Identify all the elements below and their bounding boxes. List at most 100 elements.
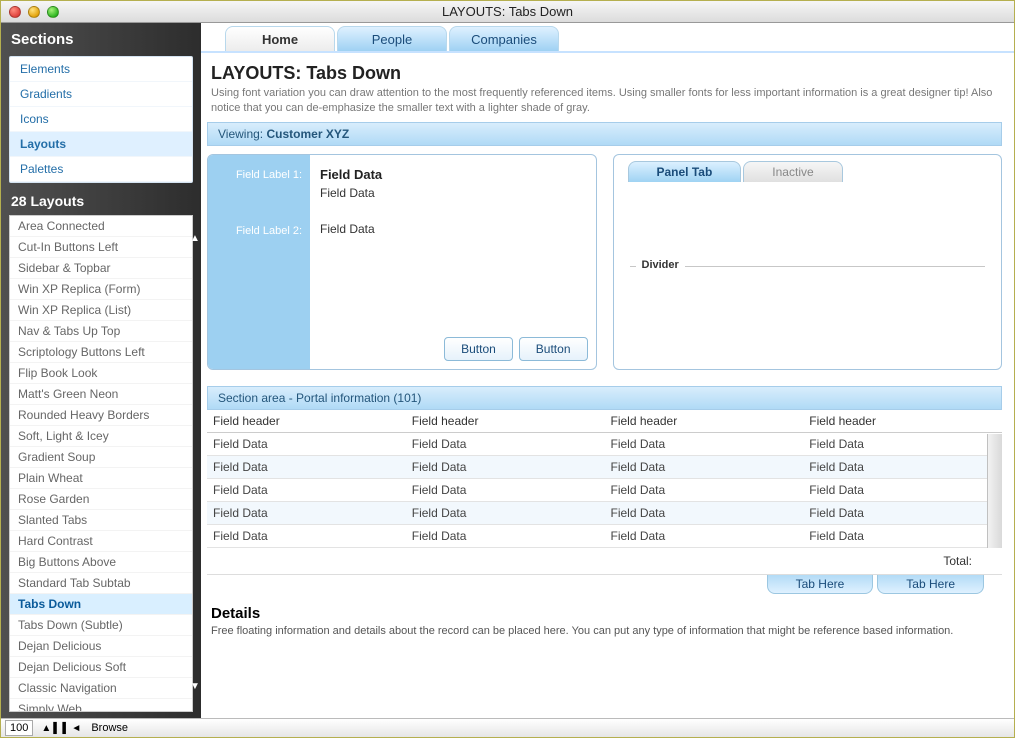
field-data-2: Field Data <box>320 222 586 236</box>
form-card: Field Label 1: Field Label 2: Field Data… <box>207 154 597 370</box>
section-bar: Section area - Portal information (101) <box>207 386 1002 410</box>
layouts-count: 28 Layouts <box>1 183 201 215</box>
window-title: LAYOUTS: Tabs Down <box>1 4 1014 19</box>
minimize-icon[interactable] <box>28 6 40 18</box>
scroll-down-icon[interactable]: ▼ <box>189 681 201 692</box>
sections-heading: Sections <box>1 23 201 56</box>
close-icon[interactable] <box>9 6 21 18</box>
viewing-bar: Viewing: Customer XYZ <box>207 122 1002 146</box>
top-tabs: Home People Companies <box>201 23 1014 53</box>
field-label-1: Field Label 1: <box>216 169 302 181</box>
form-button-2[interactable]: Button <box>519 337 588 361</box>
section-palettes[interactable]: Palettes <box>10 157 192 182</box>
layout-item[interactable]: Hard Contrast <box>10 531 192 552</box>
table-cell: Field Data <box>207 455 406 478</box>
section-gradients[interactable]: Gradients <box>10 82 192 107</box>
portal-table: Field header Field header Field header F… <box>207 410 1002 548</box>
details-text: Free floating information and details ab… <box>207 622 1002 659</box>
table-cell: Field Data <box>605 478 804 501</box>
table-cell: Field Data <box>803 478 1002 501</box>
layout-item[interactable]: Nav & Tabs Up Top <box>10 321 192 342</box>
layout-item[interactable]: Soft, Light & Icey <box>10 426 192 447</box>
section-icons[interactable]: Icons <box>10 107 192 132</box>
panel-tab-active[interactable]: Panel Tab <box>628 161 742 182</box>
layout-item[interactable]: Win XP Replica (Form) <box>10 279 192 300</box>
table-scrollbar[interactable] <box>987 434 1002 548</box>
layout-item[interactable]: Sidebar & Topbar <box>10 258 192 279</box>
panel-card: Panel Tab Inactive Divider <box>613 154 1003 370</box>
details-title: Details <box>207 597 1002 622</box>
table-cell: Field Data <box>406 501 605 524</box>
table-cell: Field Data <box>803 501 1002 524</box>
layout-item[interactable]: Flip Book Look <box>10 363 192 384</box>
layout-item[interactable]: Area Connected <box>10 216 192 237</box>
layout-item[interactable]: Cut-In Buttons Left <box>10 237 192 258</box>
titlebar: LAYOUTS: Tabs Down <box>1 1 1014 23</box>
layout-item[interactable]: Matt's Green Neon <box>10 384 192 405</box>
layout-item[interactable]: Rounded Heavy Borders <box>10 405 192 426</box>
table-cell: Field Data <box>803 455 1002 478</box>
zoom-value[interactable]: 100 <box>5 720 33 736</box>
table-cell: Field Data <box>406 432 605 455</box>
table-cell: Field Data <box>207 524 406 547</box>
sidebar: Sections Elements Gradients Icons Layout… <box>1 23 201 718</box>
layout-item[interactable]: Standard Tab Subtab <box>10 573 192 594</box>
bottom-tab-2[interactable]: Tab Here <box>877 575 984 594</box>
bottom-tab-1[interactable]: Tab Here <box>767 575 874 594</box>
total-row: Total: <box>207 548 1002 575</box>
table-cell: Field Data <box>803 432 1002 455</box>
table-cell: Field Data <box>207 501 406 524</box>
field-data-1b: Field Data <box>320 186 586 200</box>
layout-item[interactable]: Rose Garden <box>10 489 192 510</box>
layout-item[interactable]: Big Buttons Above <box>10 552 192 573</box>
layout-item[interactable]: Slanted Tabs <box>10 510 192 531</box>
layout-item[interactable]: Simply Web <box>10 699 192 712</box>
table-row[interactable]: Field DataField DataField DataField Data <box>207 455 1002 478</box>
page-title: LAYOUTS: Tabs Down <box>207 57 1002 86</box>
layout-item[interactable]: Tabs Down <box>10 594 192 615</box>
layouts-list: Area ConnectedCut-In Buttons LeftSidebar… <box>9 215 193 712</box>
statusbar: 100 ▲▌▌◄ Browse <box>1 718 1014 737</box>
divider-label: Divider <box>636 259 685 271</box>
layout-item[interactable]: Classic Navigation <box>10 678 192 699</box>
table-row[interactable]: Field DataField DataField DataField Data <box>207 524 1002 547</box>
field-label-2: Field Label 2: <box>216 225 302 237</box>
layout-item[interactable]: Tabs Down (Subtle) <box>10 615 192 636</box>
layout-item[interactable]: Plain Wheat <box>10 468 192 489</box>
layout-item[interactable]: Dejan Delicious Soft <box>10 657 192 678</box>
layout-item[interactable]: Win XP Replica (List) <box>10 300 192 321</box>
col-header-3: Field header <box>605 410 804 433</box>
tab-companies[interactable]: Companies <box>449 26 559 51</box>
table-row[interactable]: Field DataField DataField DataField Data <box>207 501 1002 524</box>
col-header-4: Field header <box>803 410 1002 433</box>
field-data-1-bold: Field Data <box>320 167 586 182</box>
table-cell: Field Data <box>605 501 804 524</box>
table-cell: Field Data <box>803 524 1002 547</box>
table-cell: Field Data <box>406 524 605 547</box>
scroll-up-icon[interactable]: ▲ <box>189 233 201 244</box>
table-cell: Field Data <box>406 478 605 501</box>
viewing-value: Customer XYZ <box>266 127 349 141</box>
zoom-icon[interactable] <box>47 6 59 18</box>
table-row[interactable]: Field DataField DataField DataField Data <box>207 478 1002 501</box>
layout-item[interactable]: Scriptology Buttons Left <box>10 342 192 363</box>
status-icons[interactable]: ▲▌▌◄ <box>41 723 83 734</box>
col-header-1: Field header <box>207 410 406 433</box>
table-cell: Field Data <box>605 455 804 478</box>
mode-label: Browse <box>91 722 128 734</box>
viewing-label: Viewing: <box>218 127 263 141</box>
panel-tab-inactive[interactable]: Inactive <box>743 161 842 182</box>
tab-home[interactable]: Home <box>225 26 335 51</box>
section-layouts[interactable]: Layouts <box>10 132 192 157</box>
table-cell: Field Data <box>605 524 804 547</box>
section-elements[interactable]: Elements <box>10 57 192 82</box>
layout-item[interactable]: Gradient Soup <box>10 447 192 468</box>
divider: Divider <box>630 266 986 267</box>
table-row[interactable]: Field DataField DataField DataField Data <box>207 432 1002 455</box>
table-cell: Field Data <box>406 455 605 478</box>
page-description: Using font variation you can draw attent… <box>207 86 1002 122</box>
table-cell: Field Data <box>605 432 804 455</box>
form-button-1[interactable]: Button <box>444 337 513 361</box>
layout-item[interactable]: Dejan Delicious <box>10 636 192 657</box>
tab-people[interactable]: People <box>337 26 447 51</box>
